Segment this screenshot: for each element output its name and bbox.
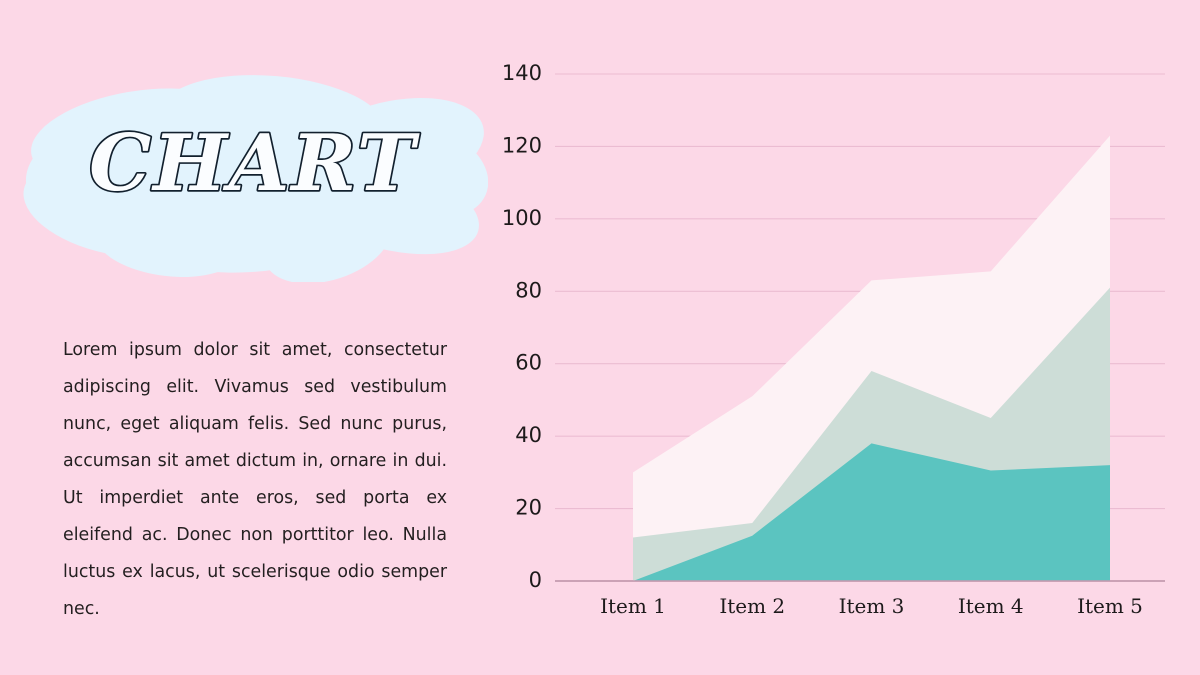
chart-areas [633, 135, 1110, 582]
left-content-panel: CHART Lorem ipsum dolor sit amet, consec… [0, 0, 500, 675]
y-tick-label: 100 [502, 206, 542, 230]
x-tick-label-4: Item 4 [958, 594, 1024, 618]
slide-canvas: CHART Lorem ipsum dolor sit amet, consec… [0, 0, 1200, 675]
y-tick-label: 40 [515, 423, 542, 447]
x-tick-label-5: Item 5 [1077, 594, 1143, 618]
y-tick-label: 0 [529, 568, 542, 592]
title-block: CHART [18, 62, 488, 282]
page-title-svg: CHART [87, 116, 419, 210]
y-tick-label: 80 [515, 278, 542, 302]
y-tick-label: 60 [515, 351, 542, 375]
x-tick-label-3: Item 3 [839, 594, 905, 618]
x-tick-label-2: Item 2 [719, 594, 785, 618]
chart-panel: 0 20 40 60 80 100 120 140 Item 1 Item 2 Item 3 Ite… [500, 0, 1200, 675]
y-tick-label: 140 [502, 61, 542, 85]
y-tick-label: 20 [515, 496, 542, 520]
x-axis-tick-labels: Item 1 Item 2 Item 3 Item 4 Item 5 [600, 594, 1143, 618]
stacked-area-chart: 020406080100120140 Item 1 Item 2 Item 3 Ite… [502, 61, 1165, 618]
body-paragraph: Lorem ipsum dolor sit amet, consectetur … [63, 340, 447, 620]
page-title: CHART [18, 62, 488, 282]
x-tick-label-1: Item 1 [600, 594, 666, 618]
y-axis-tick-labels: 0 20 40 60 80 100 120 140 [502, 61, 542, 592]
page-title-text: CHART [89, 118, 420, 209]
y-tick-label: 120 [502, 133, 542, 157]
